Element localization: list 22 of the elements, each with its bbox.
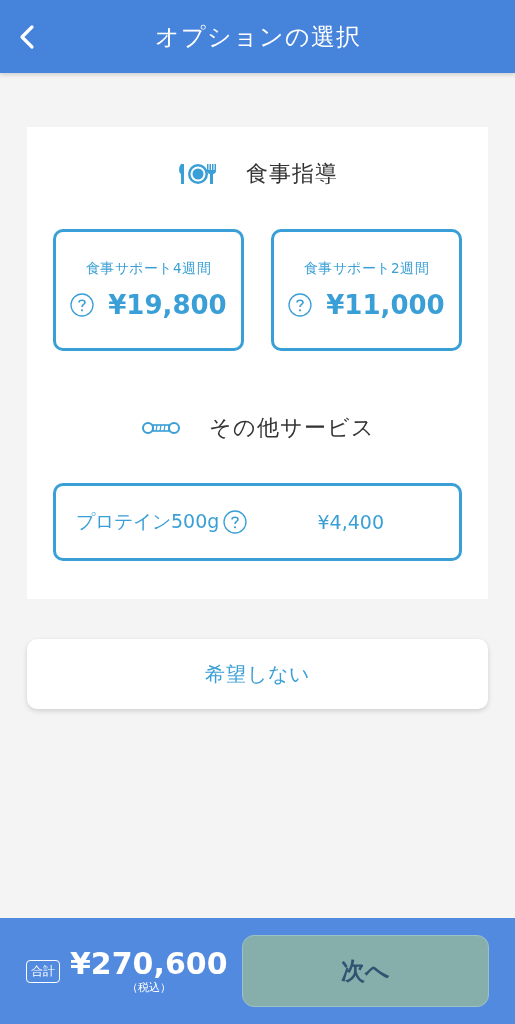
- section-title: 食事指導: [245, 160, 338, 188]
- option-price: ¥19,800: [108, 290, 227, 320]
- option-card[interactable]: プロテイン500g ¥4,400: [53, 483, 462, 561]
- help-icon[interactable]: [288, 293, 313, 317]
- dumbbell-icon: [140, 420, 181, 436]
- screen-title: オプションの選択: [154, 21, 361, 53]
- option-name: プロテイン500g: [76, 509, 220, 534]
- help-icon[interactable]: [223, 510, 248, 534]
- option-name: 食事サポート4週間: [85, 260, 212, 278]
- option-card[interactable]: 食事サポート2週間 ¥11,000: [271, 229, 462, 351]
- section-title: その他サービス: [208, 414, 375, 442]
- help-icon[interactable]: [70, 293, 95, 317]
- plate-cutlery-icon: [177, 162, 218, 186]
- option-card[interactable]: 食事サポート4週間 ¥19,800: [53, 229, 244, 351]
- total-label: 合計: [26, 959, 60, 983]
- option-price: ¥11,000: [326, 290, 445, 320]
- tax-note: （税込）: [126, 980, 171, 995]
- option-price: ¥4,400: [317, 511, 384, 533]
- decline-button[interactable]: 希望しない: [27, 639, 488, 709]
- total-price: ¥270,600: [70, 947, 228, 980]
- option-name: 食事サポート2週間: [303, 260, 430, 278]
- back-icon[interactable]: [18, 24, 36, 50]
